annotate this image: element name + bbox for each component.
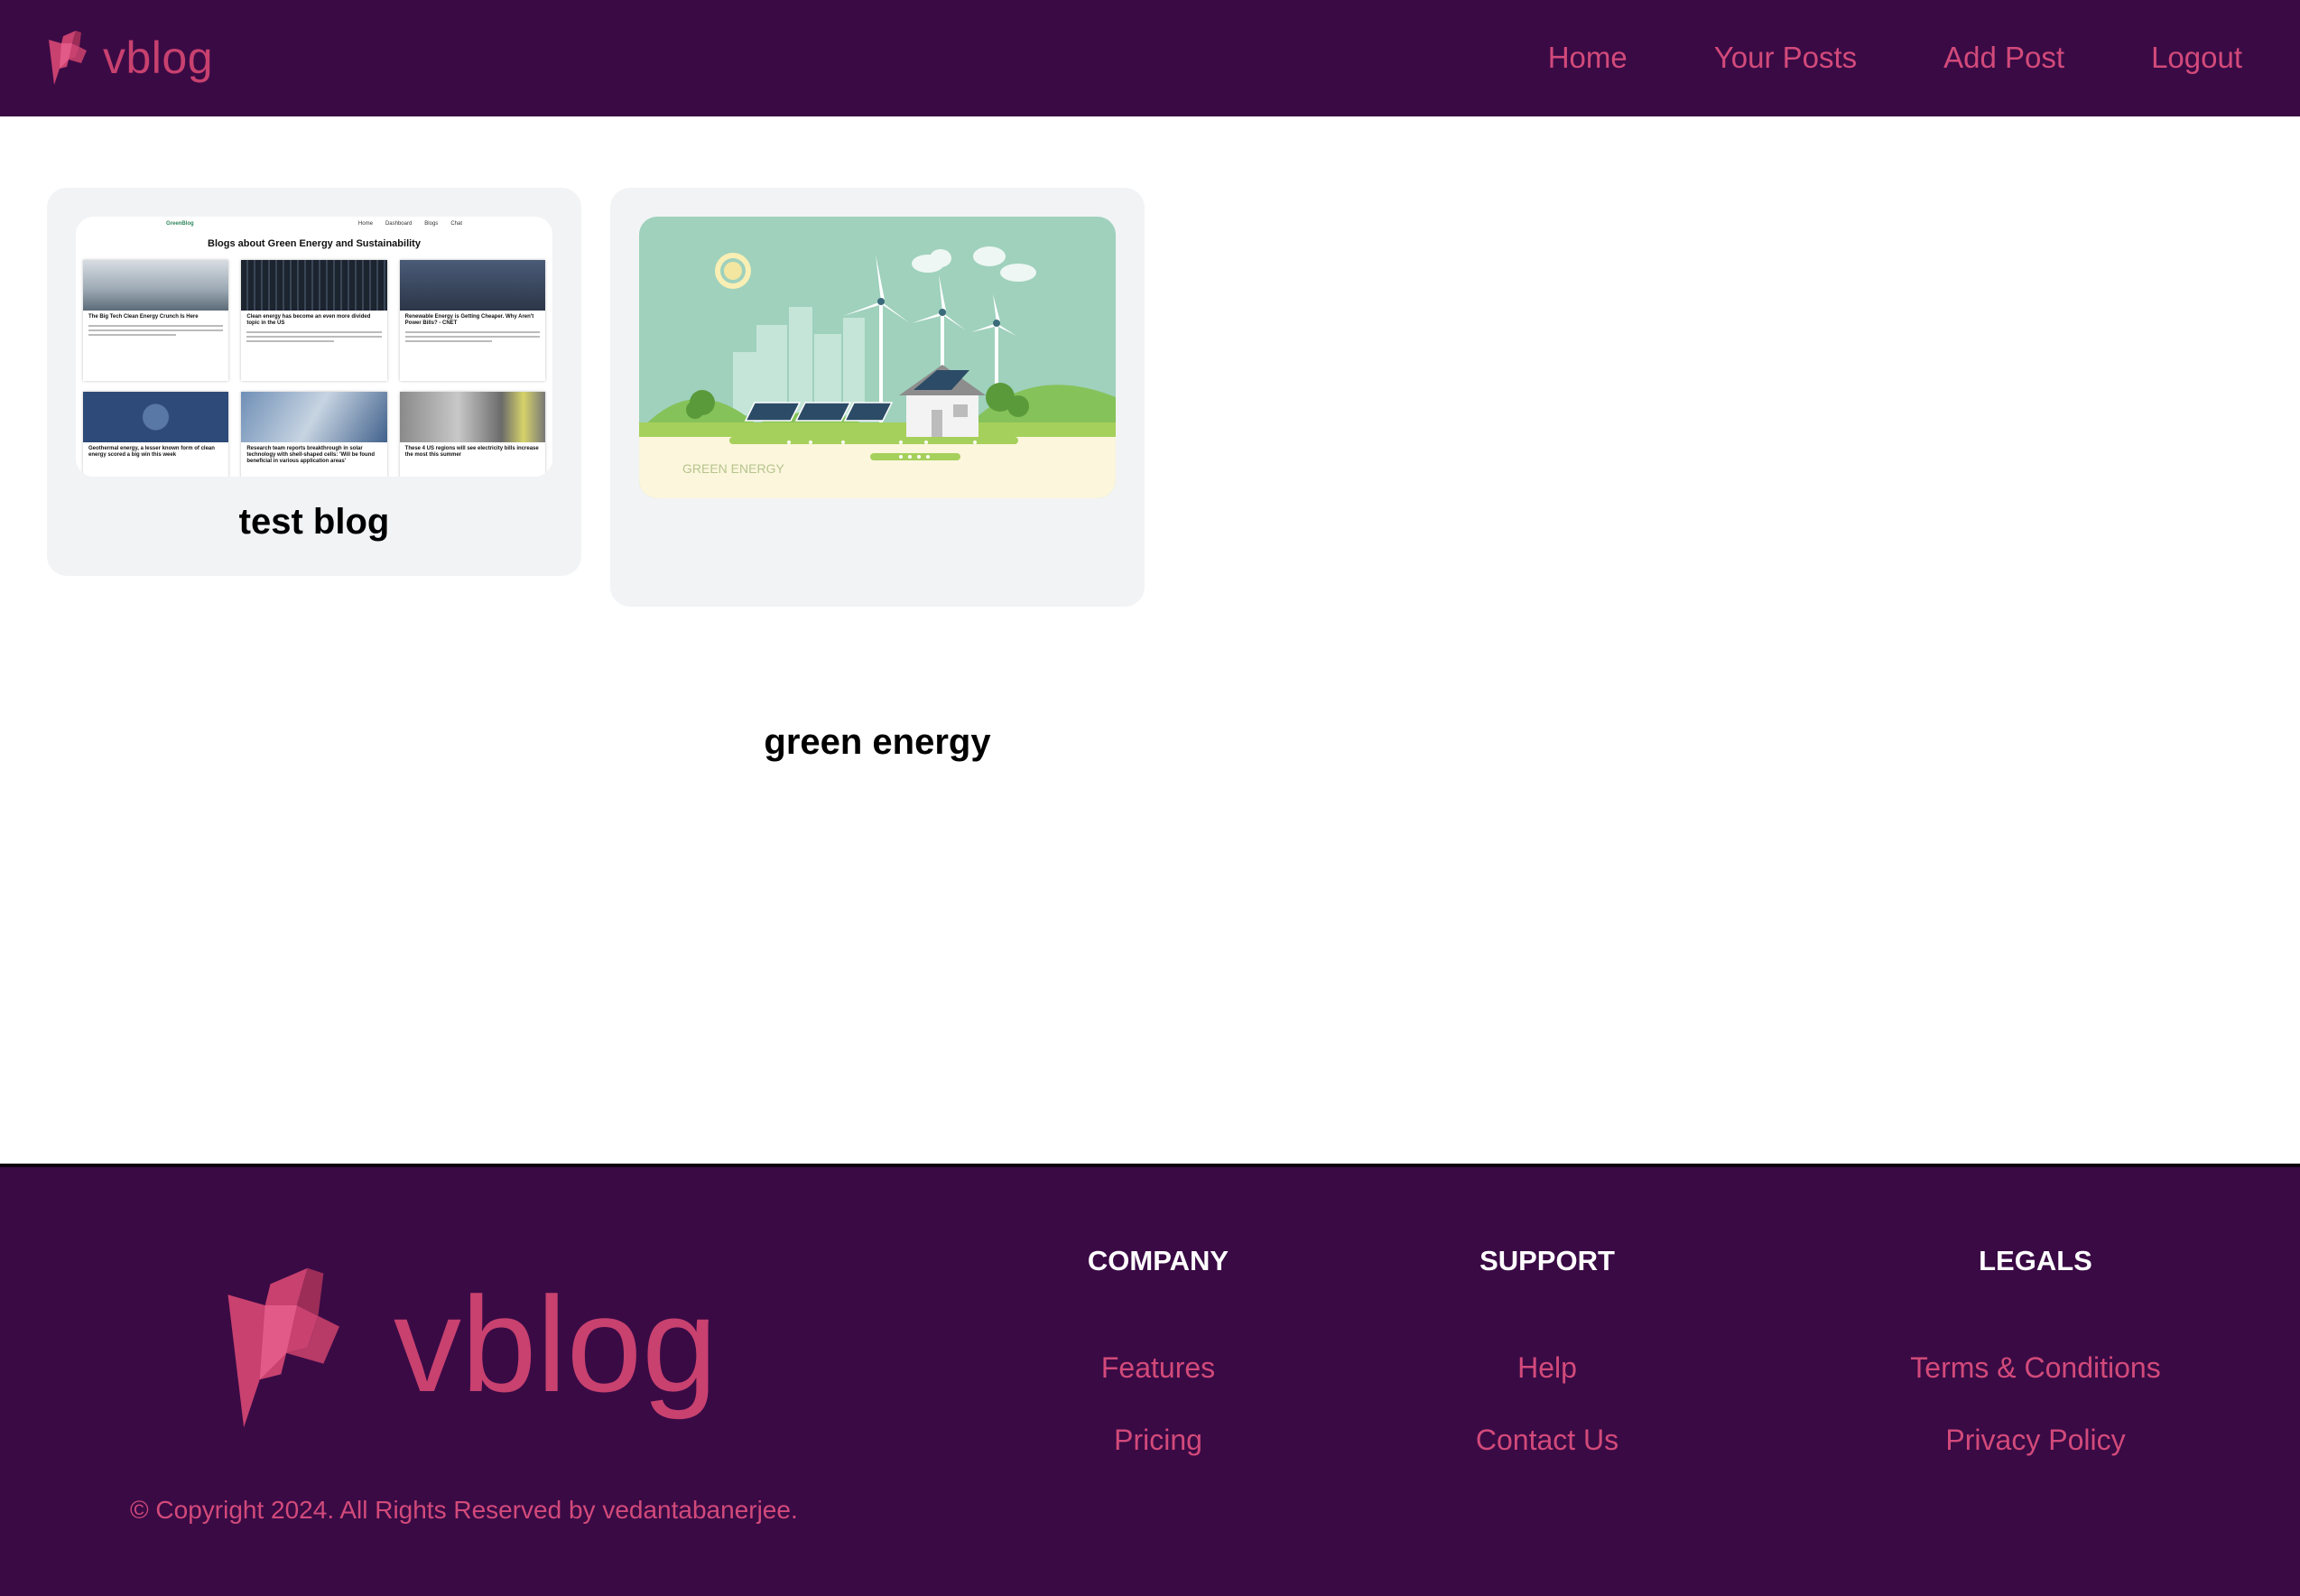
green-energy-illustration: GREEN ENERGY: [639, 217, 1116, 498]
article-title: Renewable Energy is Getting Cheaper. Why…: [404, 314, 534, 326]
mini-article-card: These 4 US regions will see electricity …: [399, 392, 545, 477]
footer-heading: LEGALS: [1979, 1245, 2092, 1276]
footer-link-features[interactable]: Features: [1068, 1350, 1248, 1386]
post-thumbnail: GREEN ENERGY: [639, 217, 1116, 498]
nav-add-post-link[interactable]: Add Post: [1943, 38, 2064, 78]
brand-name: vblog: [103, 32, 214, 83]
nav-logout-link[interactable]: Logout: [2151, 38, 2242, 78]
top-navbar: vblog Home Your Posts Add Post Logout: [0, 0, 2300, 116]
brand-logo-link[interactable]: vblog: [45, 27, 213, 88]
footer-heading: SUPPORT: [1479, 1245, 1615, 1276]
mini-brand: GreenBlog: [166, 221, 194, 227]
article-image: [83, 392, 229, 442]
article-image: [83, 260, 229, 311]
site-footer: vblog © Copyright 2024. All Rights Reser…: [0, 1164, 2300, 1596]
post-thumbnail: GreenBlog Home Dashboard Blogs Chat Blog…: [76, 217, 552, 477]
footer-link-contact-us[interactable]: Contact Us: [1457, 1422, 1637, 1458]
mini-article-card: The Big Tech Clean Energy Crunch Is Here: [83, 260, 229, 381]
mini-heading: Blogs about Green Energy and Sustainabil…: [208, 238, 421, 249]
mini-nav-item: Dashboard: [385, 221, 413, 227]
nav-your-posts-link[interactable]: Your Posts: [1714, 38, 1857, 78]
mini-article-card: Clean energy has become an even more div…: [241, 260, 387, 381]
mini-navbar: GreenBlog Home Dashboard Blogs Chat: [76, 217, 552, 231]
post-title: green energy: [764, 722, 991, 762]
article-image: [241, 260, 387, 311]
mini-nav-item: Blogs: [424, 221, 439, 227]
mini-article-grid: The Big Tech Clean Energy Crunch Is Here…: [83, 260, 545, 477]
post-title: test blog: [238, 502, 390, 542]
mini-article-card: Renewable Energy is Getting Cheaper. Why…: [399, 260, 545, 381]
post-card-test-blog[interactable]: GreenBlog Home Dashboard Blogs Chat Blog…: [47, 188, 581, 576]
article-title: The Big Tech Clean Energy Crunch Is Here: [88, 314, 199, 320]
footer-column-company: COMPANY Features Pricing: [1068, 1245, 1248, 1458]
mini-nav-item: Chat: [450, 221, 462, 227]
footer-brand-logo[interactable]: vblog: [217, 1257, 718, 1438]
copyright-text: © Copyright 2024. All Rights Reserved by…: [130, 1496, 798, 1524]
article-image: [399, 392, 545, 442]
footer-link-help[interactable]: Help: [1457, 1350, 1637, 1386]
post-card-green-energy[interactable]: GREEN ENERGY green energy: [610, 188, 1145, 762]
illustration-caption: GREEN ENERGY: [682, 461, 784, 476]
article-title: Research team reports breakthrough in so…: [246, 446, 376, 464]
article-title: Geothermal energy, a lesser known form o…: [88, 446, 215, 458]
footer-brand-name: vblog: [394, 1268, 718, 1420]
article-title: Clean energy has become an even more div…: [246, 314, 371, 326]
footer-link-privacy[interactable]: Privacy Policy: [1878, 1422, 2193, 1458]
article-image: [241, 392, 387, 442]
footer-link-pricing[interactable]: Pricing: [1068, 1422, 1248, 1458]
article-title: These 4 US regions will see electricity …: [404, 446, 539, 458]
footer-link-terms[interactable]: Terms & Conditions: [1878, 1350, 2193, 1386]
mini-article-card: Geothermal energy, a lesser known form o…: [83, 392, 229, 477]
footer-column-legals: LEGALS Terms & Conditions Privacy Policy: [1878, 1245, 2193, 1458]
article-image: [399, 260, 545, 311]
vblog-logo-icon: [45, 27, 97, 88]
mini-nav-item: Home: [357, 221, 373, 227]
nav-home-link[interactable]: Home: [1548, 38, 1628, 78]
vblog-logo-icon: [217, 1257, 372, 1438]
website-screenshot-image: GreenBlog Home Dashboard Blogs Chat Blog…: [76, 217, 552, 477]
main-nav: Home Your Posts Add Post Logout: [1548, 38, 2242, 78]
footer-column-support: SUPPORT Help Contact Us: [1457, 1245, 1637, 1458]
mini-nav-links: Home Dashboard Blogs Chat: [358, 221, 462, 227]
mini-article-card: Research team reports breakthrough in so…: [241, 392, 387, 477]
footer-heading: COMPANY: [1087, 1245, 1229, 1276]
